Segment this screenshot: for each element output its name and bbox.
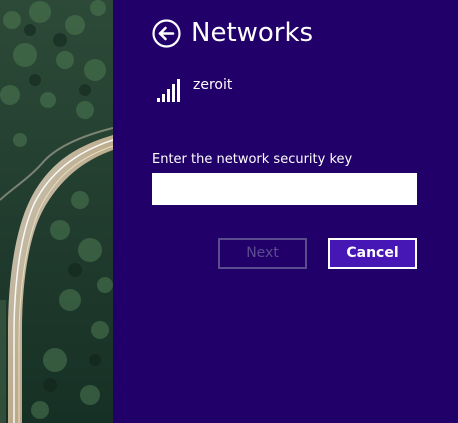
- network-name: zeroit: [193, 77, 233, 93]
- security-key-input[interactable]: [152, 173, 417, 205]
- networks-panel: Networks zeroit Enter the network securi…: [113, 0, 458, 423]
- security-key-label: Enter the network security key: [152, 152, 353, 167]
- page-title: Networks: [191, 18, 314, 48]
- desktop-wallpaper-image: [0, 0, 113, 423]
- wifi-signal-bars-icon: [157, 79, 180, 102]
- back-arrow-circle-icon[interactable]: [152, 19, 181, 48]
- back-button[interactable]: [152, 19, 181, 48]
- desktop-background: [0, 0, 113, 423]
- next-button[interactable]: Next: [218, 238, 307, 269]
- cancel-button[interactable]: Cancel: [328, 238, 417, 269]
